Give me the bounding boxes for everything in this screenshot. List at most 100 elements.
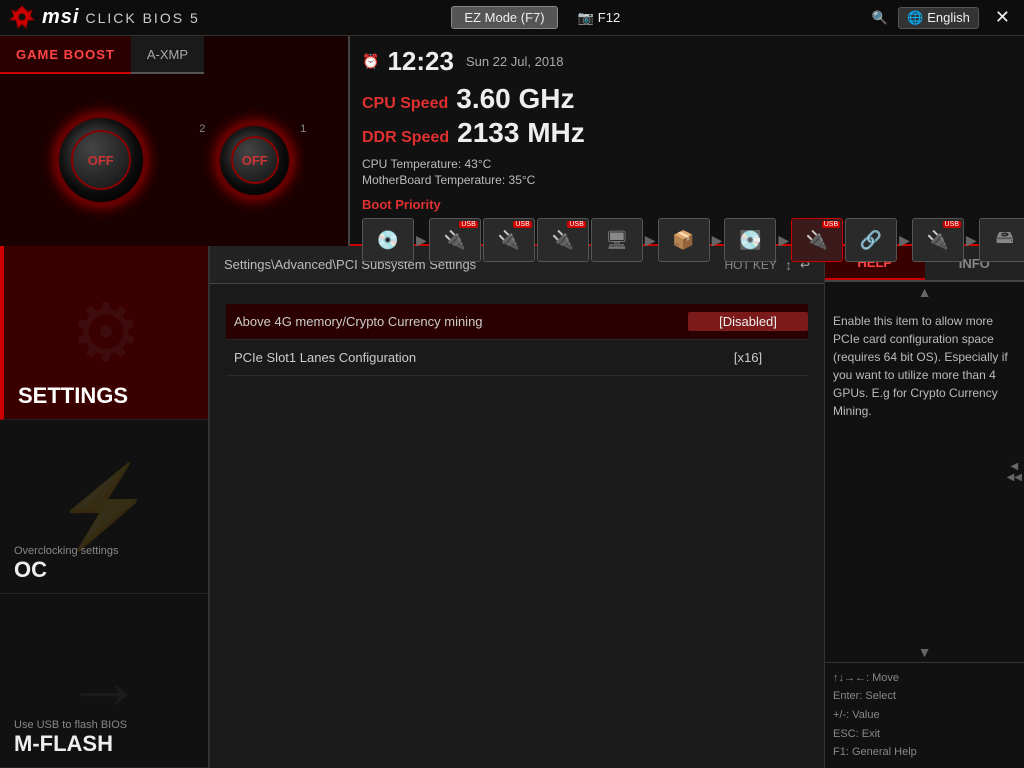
key-enter: Enter: Select xyxy=(833,687,1016,706)
game-boost-knob-container: OFF xyxy=(56,115,146,205)
usb-badge-5: USB xyxy=(943,221,961,228)
cpu-speed-row: CPU Speed 3.60 GHz xyxy=(362,83,1024,115)
boot-device-7[interactable]: 💽 xyxy=(724,218,776,262)
help-panel-inner: ▲ Enable this item to allow more PCIe ca… xyxy=(825,282,1024,662)
settings-table: Above 4G memory/Crypto Currency mining [… xyxy=(210,284,824,768)
scroll-indicator-bottom: ▼ xyxy=(825,642,1024,662)
mb-temp-value: 35°C xyxy=(509,173,536,187)
game-boost-off-label: OFF xyxy=(88,153,114,168)
info-bar: GAME BOOST A-XMP OFF 2 OFF 1 xyxy=(0,36,1024,246)
ez-mode-button[interactable]: EZ Mode (F7) xyxy=(451,6,557,29)
date-display: Sun 22 Jul, 2018 xyxy=(466,54,564,69)
cpu-speed-label: CPU Speed xyxy=(362,95,448,113)
settings-row-0-value[interactable]: [Disabled] xyxy=(688,312,808,331)
language-label: English xyxy=(927,10,970,25)
sidebar-item-oc[interactable]: ⚡ Overclocking settings OC xyxy=(0,420,208,594)
oc-title: OC xyxy=(14,557,47,583)
settings-row-1-name: PCIe Slot1 Lanes Configuration xyxy=(226,350,688,365)
product-name-text: CLICK BIOS 5 xyxy=(85,10,199,26)
clock-icon: ⏰ xyxy=(362,53,379,70)
f12-button[interactable]: 📷 F12 xyxy=(578,10,621,26)
sidebar-item-settings[interactable]: ⚙ SETTINGS xyxy=(0,246,208,420)
usb-badge-2: USB xyxy=(513,221,531,228)
axmp-knob-num2: 2 xyxy=(199,123,205,135)
usb-icon-5: 🔌 xyxy=(927,230,949,251)
msi-logo-text: msi xyxy=(42,6,79,29)
key-esc: ESC: Exit xyxy=(833,725,1016,744)
cpu-temp-value: 43°C xyxy=(465,157,492,171)
ddr-speed-label: DDR Speed xyxy=(362,129,449,147)
cpu-temp-row: CPU Temperature: 43°C xyxy=(362,157,1024,171)
boot-priority-label: Boot Priority xyxy=(362,197,1024,212)
boot-device-6[interactable]: 📦 xyxy=(658,218,710,262)
f12-label: F12 xyxy=(598,10,620,25)
time-row: ⏰ 12:23 Sun 22 Jul, 2018 xyxy=(362,46,1024,77)
axmp-knob[interactable]: OFF xyxy=(217,123,292,198)
search-icon: 🔍 xyxy=(872,10,888,26)
axmp-off-label: OFF xyxy=(242,153,268,168)
key-legend: ↑↓→←: Move Enter: Select +/-: Value ESC:… xyxy=(825,662,1024,768)
settings-row-1[interactable]: PCIe Slot1 Lanes Configuration [x16] xyxy=(226,340,808,376)
mflash-bg-icon: → xyxy=(64,635,144,727)
settings-row-0-name: Above 4G memory/Crypto Currency mining xyxy=(226,314,688,329)
game-boost-knob[interactable]: OFF xyxy=(56,115,146,205)
mflash-title: M-FLASH xyxy=(14,731,113,757)
temp-info: CPU Temperature: 43°C MotherBoard Temper… xyxy=(362,157,1024,187)
knob-area: OFF 2 OFF 1 xyxy=(0,74,348,246)
disk2-icon: 💽 xyxy=(739,230,761,251)
camera-icon: 📷 xyxy=(578,10,594,26)
search-button[interactable]: 🔍 xyxy=(872,10,888,26)
oc-subtitle: Overclocking settings xyxy=(14,545,119,557)
key-move: ↑↓→←: Move xyxy=(833,669,1016,688)
drive-icon: 🖴 xyxy=(996,225,1014,255)
content-area: Settings\Advanced\PCI Subsystem Settings… xyxy=(210,246,824,768)
top-center-controls: EZ Mode (F7) 📷 F12 xyxy=(451,6,620,29)
side-arrow-right: ◀◀ xyxy=(1007,472,1022,483)
boot-devices: 💿 ▶ 🔌 USB 🔌 USB 🔌 USB 🖥 ▶ 📦 ▶ xyxy=(362,218,1024,262)
usb-badge-3: USB xyxy=(567,221,585,228)
network-icon: 🔗 xyxy=(860,230,882,251)
cpu-speed-value: 3.60 GHz xyxy=(456,83,574,115)
close-button[interactable]: ✕ xyxy=(989,5,1016,30)
boot-device-5[interactable]: 🖥 xyxy=(591,218,643,262)
ddr-speed-row: DDR Speed 2133 MHz xyxy=(362,117,1024,149)
mflash-subtitle: Use USB to flash BIOS xyxy=(14,719,127,731)
sidebar: ⚙ SETTINGS ⚡ Overclocking settings OC → … xyxy=(0,246,210,768)
main-area: ⚙ SETTINGS ⚡ Overclocking settings OC → … xyxy=(0,246,1024,768)
language-button[interactable]: 🌐 English xyxy=(898,7,979,29)
boot-device-10[interactable]: 🔌 USB xyxy=(912,218,964,262)
axmp-tab[interactable]: A-XMP xyxy=(131,36,204,74)
usb-badge-1: USB xyxy=(459,221,477,228)
settings-row-0[interactable]: Above 4G memory/Crypto Currency mining [… xyxy=(226,304,808,340)
boot-device-11[interactable]: 🖴 xyxy=(979,218,1024,262)
boot-device-2[interactable]: 🔌 USB xyxy=(429,218,481,262)
settings-row-1-value[interactable]: [x16] xyxy=(688,348,808,367)
usb-icon-2: 🔌 xyxy=(498,230,520,251)
cpu-temp-label: CPU Temperature: xyxy=(362,157,461,171)
hdd-icon: 🖥 xyxy=(605,230,628,251)
usb-icon-1: 🔌 xyxy=(444,230,466,251)
boot-device-1[interactable]: 💿 xyxy=(362,218,414,262)
logo-area: msi CLICK BIOS 5 xyxy=(8,4,200,32)
usb-badge-4: USB xyxy=(822,221,840,228)
key-value: +/-: Value xyxy=(833,706,1016,725)
boot-device-3[interactable]: 🔌 USB xyxy=(483,218,535,262)
axmp-knob-num1: 1 xyxy=(300,123,306,135)
settings-title: SETTINGS xyxy=(18,383,128,409)
help-panel: HELP INFO ▲ Enable this item to allow mo… xyxy=(824,246,1024,768)
boot-device-8[interactable]: 🔌 USB xyxy=(791,218,843,262)
usb-icon-3: 🔌 xyxy=(552,230,574,251)
center-info: ⏰ 12:23 Sun 22 Jul, 2018 CPU Speed 3.60 … xyxy=(350,36,1024,244)
scroll-indicator-top: ▲ xyxy=(825,282,1024,302)
boot-device-4[interactable]: 🔌 USB xyxy=(537,218,589,262)
axmp-knob-container: 2 OFF 1 xyxy=(217,123,292,198)
key-f1: F1: General Help xyxy=(833,743,1016,762)
game-boost-knob-inner: OFF xyxy=(71,130,131,190)
globe-icon: 🌐 xyxy=(907,10,923,26)
game-boost-tab[interactable]: GAME BOOST xyxy=(0,36,131,74)
mb-temp-row: MotherBoard Temperature: 35°C xyxy=(362,173,1024,187)
boot-device-9[interactable]: 🔗 xyxy=(845,218,897,262)
boost-header: GAME BOOST A-XMP xyxy=(0,36,348,74)
sidebar-item-mflash[interactable]: → Use USB to flash BIOS M-FLASH xyxy=(0,594,208,768)
top-right-controls: 🔍 🌐 English ✕ xyxy=(872,5,1016,30)
